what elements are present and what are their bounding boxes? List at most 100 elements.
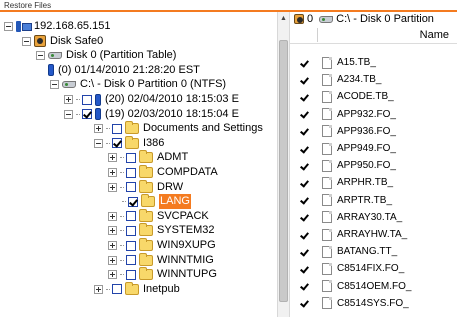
file-checkbox[interactable] [299,160,309,171]
expand-plus-icon[interactable] [108,182,117,192]
expand-plus-icon[interactable] [108,153,117,163]
file-row[interactable]: APP936.FO_ [290,123,457,140]
tree-node[interactable]: C:\ - Disk 0 Partition 0 (NTFS) [50,77,226,92]
file-row[interactable]: A15.TB_ [290,54,457,71]
tree-checkbox[interactable] [112,284,122,295]
tree-checkbox[interactable] [112,138,122,149]
expand-plus-icon[interactable] [94,284,103,294]
column-header-name[interactable]: Name [290,26,457,44]
tree-checkbox[interactable] [126,225,136,236]
tree-node-label[interactable]: Documents and Settings [143,121,263,136]
tree-node[interactable]: LANG [122,194,191,210]
tree-node[interactable]: Disk 0 (Partition Table) [36,48,176,63]
collapse-minus-icon[interactable] [22,36,31,46]
file-checkbox[interactable] [299,109,309,120]
tree-node-label[interactable]: COMPDATA [157,165,218,180]
tree-node-label[interactable]: C:\ - Disk 0 Partition 0 (NTFS) [80,77,226,92]
tree-checkbox[interactable] [126,255,136,266]
tree-node[interactable]: Documents and Settings [94,121,263,136]
tree-node[interactable]: SVCPACK [108,208,209,224]
tree-node[interactable]: (0) 01/14/2010 21:28:20 EST [48,63,200,78]
tree-checkbox[interactable] [128,196,138,207]
tree-node[interactable]: 192.168.65.151 [4,19,110,34]
file-checkbox[interactable] [299,177,309,188]
tree-checkbox[interactable] [82,94,92,105]
tree-node-label[interactable]: ADMT [157,150,188,165]
collapse-minus-icon[interactable] [64,109,73,119]
collapse-minus-icon[interactable] [94,138,103,148]
collapse-minus-icon[interactable] [4,22,13,31]
file-checkbox[interactable] [299,263,309,274]
tree-node[interactable]: WIN9XUPG [108,238,216,253]
tree-node[interactable]: WINNTMIG [108,252,214,268]
file-checkbox[interactable] [299,281,309,292]
collapse-minus-icon[interactable] [36,51,45,61]
collapse-minus-icon[interactable] [50,80,59,90]
file-checkbox[interactable] [299,91,309,102]
file-checkbox[interactable] [299,246,309,257]
tree-checkbox[interactable] [126,240,136,251]
expand-plus-icon[interactable] [108,226,117,236]
tree-node[interactable]: WINNTUPG [108,267,217,282]
tree-checkbox[interactable] [126,152,136,163]
tree-node-label[interactable]: WINNTUPG [157,267,217,282]
tree-node-label[interactable]: (19) 02/03/2010 18:15:04 E [105,107,239,122]
tree-node[interactable]: DRW [108,179,183,195]
tree-node[interactable]: (19) 02/03/2010 18:15:04 E [64,107,239,122]
file-checkbox[interactable] [299,212,309,223]
expand-plus-icon[interactable] [108,270,117,280]
tree-node-label[interactable]: WIN9XUPG [157,238,216,253]
tree-node-label[interactable]: 192.168.65.151 [34,19,110,34]
tree-checkbox[interactable] [126,167,136,178]
tree-node-label[interactable]: SYSTEM32 [157,223,214,238]
tree-node-label[interactable]: Disk 0 (Partition Table) [66,48,176,63]
file-row[interactable]: APP950.FO_ [290,157,457,174]
tree-node-label[interactable]: SVCPACK [157,209,209,224]
scroll-up-arrow-icon[interactable]: ▲ [278,12,289,24]
tree-node-label[interactable]: I386 [143,136,164,151]
tree-checkbox[interactable] [126,182,136,193]
tree-node-label[interactable]: Disk Safe0 [50,34,103,49]
file-row[interactable]: ARPHR.TB_ [290,174,457,191]
expand-plus-icon[interactable] [108,241,117,250]
file-checkbox[interactable] [299,74,309,85]
tree-node-label[interactable]: LANG [159,194,191,210]
file-row[interactable]: APP949.FO_ [290,140,457,157]
tree-node[interactable]: I386 [94,135,164,151]
tree-checkbox[interactable] [112,123,122,134]
file-row[interactable]: C8514OEM.FO_ [290,278,457,295]
tree-node[interactable]: ADMT [108,150,188,165]
tree-node-label[interactable]: (20) 02/04/2010 18:15:03 E [105,92,239,107]
file-row[interactable]: BATANG.TT_ [290,243,457,260]
tree-node[interactable]: (20) 02/04/2010 18:15:03 E [64,92,239,107]
file-checkbox[interactable] [299,229,309,240]
folder-tree-pane[interactable]: 192.168.65.151 Disk Safe0 Disk 0 (Partitio… [0,12,277,317]
expand-plus-icon[interactable] [64,95,73,104]
file-row[interactable]: ARRAY30.TA_ [290,209,457,226]
tree-node[interactable]: Inetpub [94,281,180,297]
tree-node-label[interactable]: DRW [157,180,183,195]
file-checkbox[interactable] [299,195,309,206]
file-row[interactable]: C8514FIX.FO_ [290,260,457,277]
tree-scrollbar[interactable]: ▲ [277,12,290,317]
expand-plus-icon[interactable] [108,255,117,265]
scrollbar-thumb[interactable] [279,40,288,302]
file-checkbox[interactable] [299,298,309,309]
expand-plus-icon[interactable] [94,124,103,134]
expand-plus-icon[interactable] [108,168,117,177]
file-row[interactable]: APP932.FO_ [290,106,457,123]
tree-checkbox[interactable] [82,109,92,120]
file-row[interactable]: ARPTR.TB_ [290,192,457,209]
file-row[interactable]: ACODE.TB_ [290,88,457,105]
file-row[interactable]: C8514SYS.FO_ [290,295,457,312]
file-row[interactable]: ARRAYHW.TA_ [290,226,457,243]
tree-node[interactable]: SYSTEM32 [108,223,214,238]
tree-node[interactable]: COMPDATA [108,165,218,180]
tree-checkbox[interactable] [126,269,136,280]
file-row[interactable]: A234.TB_ [290,71,457,88]
file-checkbox[interactable] [299,143,309,154]
file-checkbox[interactable] [299,126,309,137]
expand-plus-icon[interactable] [108,211,117,221]
file-checkbox[interactable] [299,57,309,68]
tree-checkbox[interactable] [126,211,136,222]
